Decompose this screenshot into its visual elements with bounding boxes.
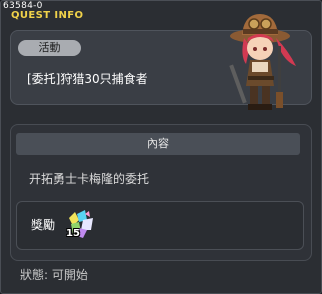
quest-name: [委托]狩猎30只捕食者 (27, 72, 148, 86)
quest-category-badge: 活動 (18, 40, 81, 56)
window-title: QUEST INFO (11, 10, 84, 21)
reward-label: 獎勵 (31, 218, 56, 232)
content-section-header: 內容 (16, 133, 300, 155)
reward-quantity: 15 (66, 228, 80, 239)
reward-box (16, 201, 304, 250)
npc-portrait-icon (229, 14, 296, 110)
quest-description: 开拓勇士卡梅隆的委托 (29, 172, 150, 186)
quest-status: 狀態: 可開始 (20, 268, 88, 282)
